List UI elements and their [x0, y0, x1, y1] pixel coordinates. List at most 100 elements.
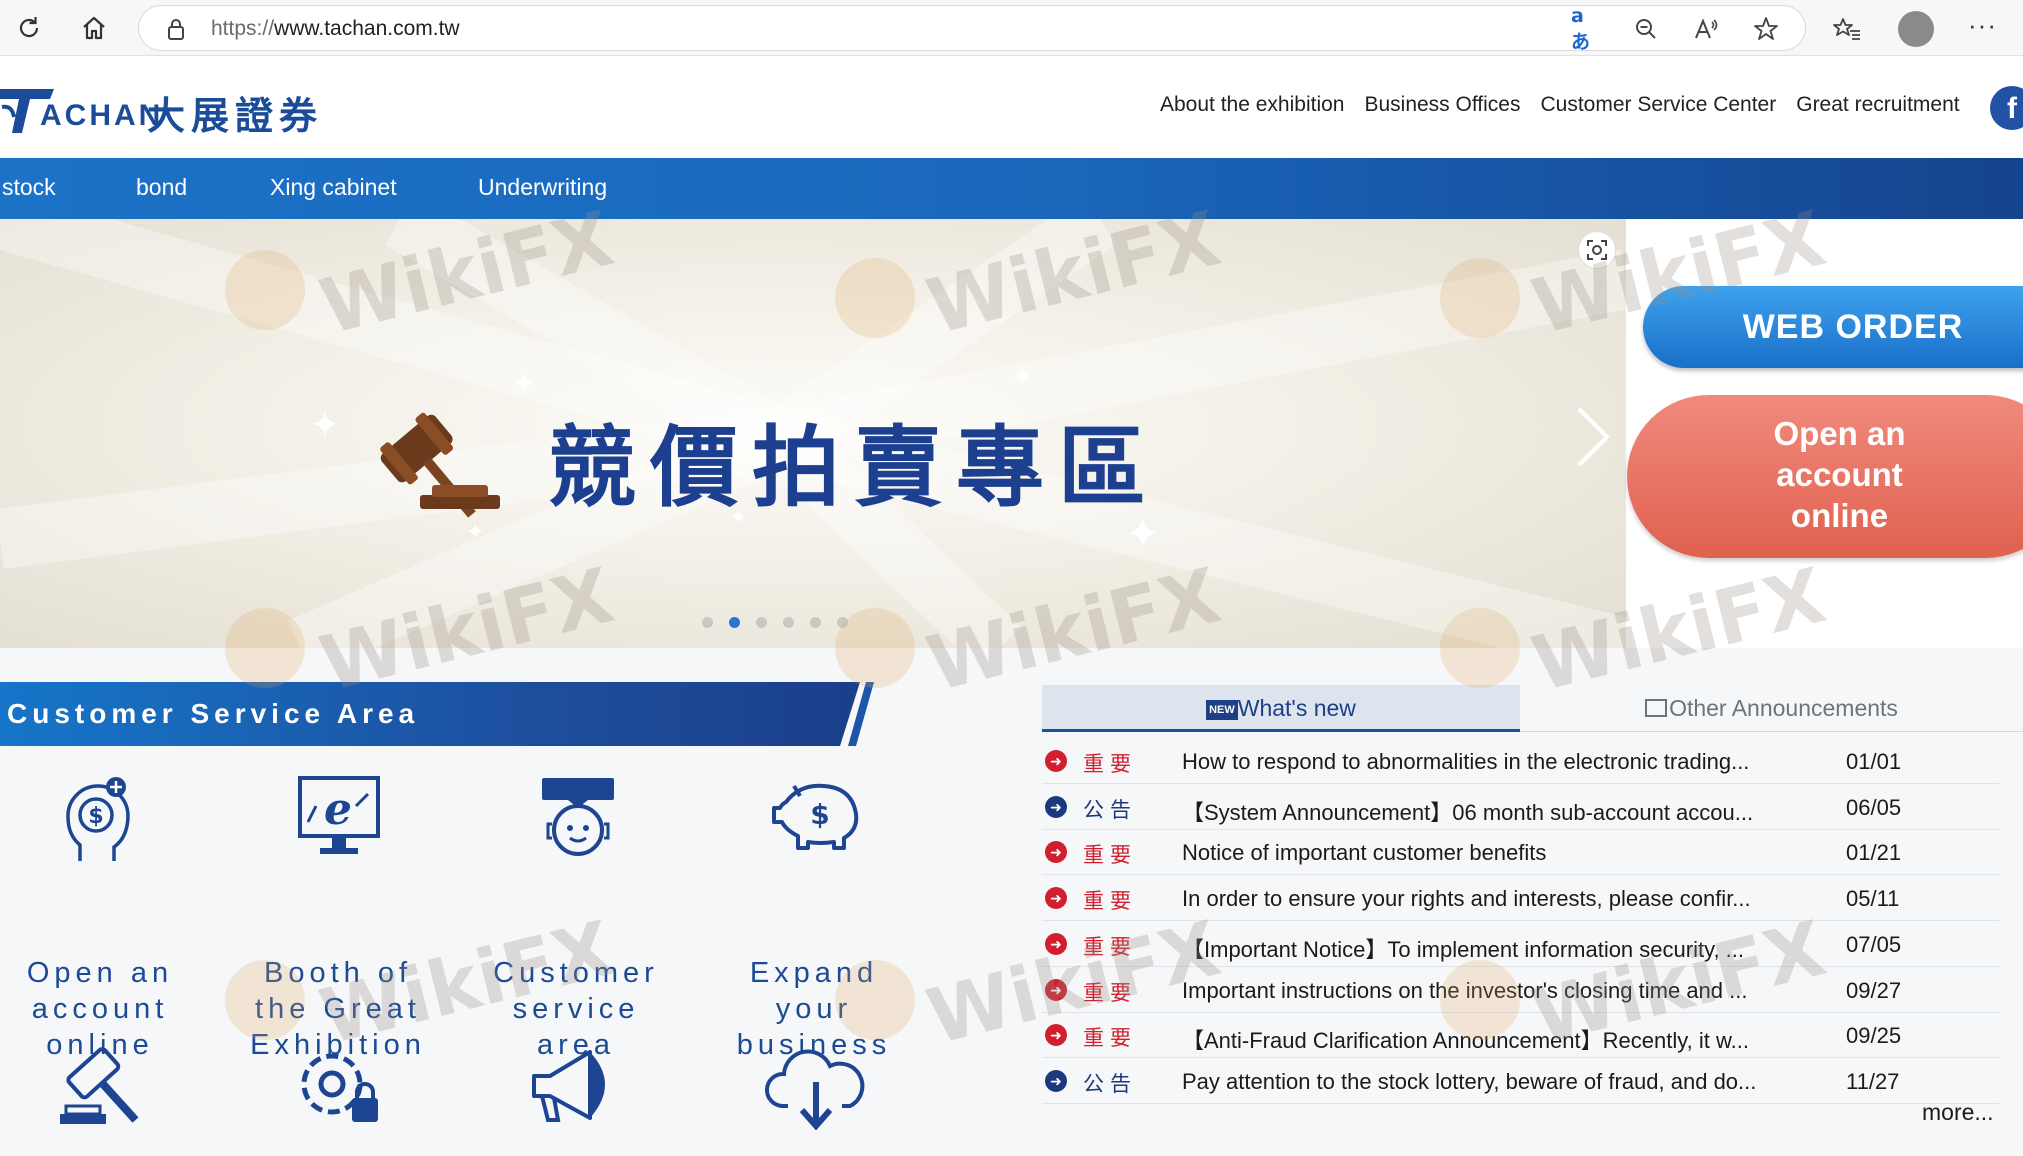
service-expand-business-label[interactable]: Expand your business: [714, 955, 914, 1063]
banner-pagination: [702, 617, 848, 628]
refresh-icon[interactable]: [11, 10, 47, 46]
banner-dot-active[interactable]: [729, 617, 740, 628]
arrow-right-circle-icon: ➜: [1045, 932, 1067, 955]
money-head-icon[interactable]: $: [66, 775, 130, 866]
site-header: ACHAN 大展證券 About the exhibition Business…: [0, 57, 2023, 158]
label-line: service: [512, 993, 640, 1025]
arrow-right-circle-icon: ➜: [1045, 841, 1067, 864]
news-tag: 重要: [1083, 843, 1137, 868]
banner-next-arrow-icon[interactable]: [1575, 407, 1611, 472]
nav-item-bond[interactable]: bond: [136, 174, 187, 201]
top-links: About the exhibition Business Offices Cu…: [1160, 93, 1960, 117]
news-row[interactable]: ➜ 公告 Pay attention to the stock lottery, b…: [1042, 1059, 1999, 1104]
url-host: www.tachan.com.tw: [274, 17, 460, 40]
logo-chinese-name[interactable]: 大展證券: [147, 85, 323, 140]
news-row[interactable]: ➜ 重要 【Important Notice】To implement inform…: [1042, 922, 1999, 967]
label-line: Expand: [749, 957, 879, 989]
more-menu-icon[interactable]: ···: [1968, 10, 1997, 41]
tab-whats-new[interactable]: NEW What's new: [1042, 685, 1520, 732]
label-line: account: [31, 993, 169, 1025]
nav-item-stock[interactable]: stock: [2, 174, 56, 201]
sparkle-icon: ✦: [310, 404, 341, 445]
link-customer-service-center[interactable]: Customer Service Center: [1540, 93, 1776, 117]
cloud-download-icon[interactable]: [764, 1048, 868, 1135]
open-account-line: account: [1776, 456, 1903, 493]
favorite-star-icon[interactable]: [1751, 14, 1781, 44]
sparkle-icon: ✦: [1013, 364, 1034, 391]
camera-icon: [1645, 698, 1668, 717]
url-text[interactable]: https://www.tachan.com.tw: [211, 17, 460, 41]
label-line: Customer: [493, 957, 659, 989]
link-business-offices[interactable]: Business Offices: [1364, 93, 1520, 117]
gear-lock-icon[interactable]: [290, 1044, 386, 1133]
news-title[interactable]: Notice of important customer benefits: [1182, 840, 1546, 866]
news-title[interactable]: Important instructions on the investor's…: [1182, 978, 1747, 1004]
e-monitor-icon[interactable]: e: [298, 776, 380, 863]
nav-item-xing-cabinet[interactable]: Xing cabinet: [270, 174, 397, 201]
link-great-recruitment[interactable]: Great recruitment: [1796, 93, 1959, 117]
news-title[interactable]: 【Important Notice】To implement informati…: [1182, 932, 1744, 964]
more-link[interactable]: more...: [1922, 1099, 1994, 1126]
news-tag: 重要: [1083, 1026, 1137, 1051]
news-title[interactable]: 【Anti-Fraud Clarification Announcement】R…: [1182, 1023, 1749, 1055]
web-order-button[interactable]: WEB ORDER: [1643, 286, 2023, 368]
news-title[interactable]: How to respond to abnormalities in the e…: [1182, 749, 1749, 775]
section-title: Customer Service Area: [7, 698, 420, 729]
open-account-online-button[interactable]: Open an account online: [1627, 395, 2023, 558]
news-date: 01/21: [1846, 840, 1902, 866]
banner-dot[interactable]: [702, 617, 713, 628]
news-row[interactable]: ➜ 公告 【System Announcement】06 month sub-acc…: [1042, 785, 1999, 830]
news-row[interactable]: ➜ 重要 In order to ensure your rights and in…: [1042, 876, 1999, 922]
zoom-out-icon[interactable]: [1631, 14, 1661, 44]
favorites-list-icon[interactable]: [1830, 12, 1864, 46]
url-protocol: https://: [211, 17, 275, 40]
news-row[interactable]: ➜ 重要 How to respond to abnormalities in th…: [1042, 739, 1999, 784]
arrow-right-circle-icon: ➜: [1045, 978, 1067, 1001]
arrow-right-circle-icon: ➜: [1045, 750, 1067, 772]
visual-search-icon[interactable]: [1578, 231, 1616, 269]
banner-dot[interactable]: [810, 617, 821, 628]
browser-toolbar: https://www.tachan.com.tw aあ ···: [0, 0, 2023, 56]
label-line: Open an: [26, 957, 174, 989]
megaphone-icon[interactable]: [528, 1044, 628, 1133]
svg-text:e: e: [324, 784, 352, 835]
news-row[interactable]: ➜ 重要 Important instructions on the investo…: [1042, 968, 1999, 1013]
link-about-exhibition[interactable]: About the exhibition: [1160, 93, 1344, 117]
address-bar[interactable]: https://www.tachan.com.tw aあ: [138, 5, 1806, 53]
arrow-right-circle-icon: ➜: [1045, 795, 1067, 818]
tab-label: What's new: [1237, 695, 1356, 721]
news-title[interactable]: 【System Announcement】06 month sub-accoun…: [1182, 795, 1753, 827]
news-row[interactable]: ➜ 重要 Notice of important customer benefits…: [1042, 830, 1999, 876]
news-date: 07/05: [1846, 931, 1902, 957]
banner-dot[interactable]: [837, 617, 848, 628]
banner-dot[interactable]: [783, 617, 794, 628]
lock-icon[interactable]: [161, 14, 191, 44]
news-tag: 重要: [1083, 752, 1137, 776]
news-title[interactable]: In order to ensure your rights and inter…: [1182, 886, 1751, 912]
home-icon[interactable]: [76, 10, 112, 46]
news-date: 11/27: [1846, 1068, 1900, 1094]
customer-service-agent-icon[interactable]: [540, 776, 616, 863]
news-title[interactable]: Pay attention to the stock lottery, bewa…: [1182, 1069, 1756, 1095]
auction-gavel-icon[interactable]: [58, 1044, 144, 1133]
customer-service-area-header: Customer Service Area: [0, 682, 860, 746]
news-tabs: NEW What's new Other Announcements: [1042, 685, 2023, 732]
hero-banner[interactable]: ✦ ✦ ✦ ✦ ✦ ✦ 競價拍賣專區: [0, 219, 1626, 648]
facebook-icon[interactable]: f: [1990, 86, 2023, 130]
profile-avatar[interactable]: [1898, 11, 1934, 47]
nav-item-underwriting[interactable]: Underwriting: [478, 174, 607, 201]
banner-dot[interactable]: [756, 617, 767, 628]
news-date: 06/05: [1846, 794, 1902, 820]
piggy-bank-icon[interactable]: $: [772, 780, 862, 855]
news-date: 01/01: [1846, 749, 1902, 774]
svg-text:$: $: [810, 798, 829, 831]
translate-icon[interactable]: aあ: [1571, 5, 1601, 53]
tab-other-announcements[interactable]: Other Announcements: [1520, 685, 2023, 732]
news-row[interactable]: ➜ 重要 【Anti-Fraud Clarification Announcemen…: [1042, 1013, 1999, 1059]
read-aloud-icon[interactable]: [1691, 14, 1721, 44]
banner-title: 競價拍賣專區: [548, 416, 1161, 519]
news-date: 09/27: [1846, 977, 1902, 1003]
gavel-icon: [360, 401, 502, 526]
logo-wordmark[interactable]: ACHAN: [40, 99, 163, 133]
tab-label: Other Announcements: [1669, 695, 1898, 721]
